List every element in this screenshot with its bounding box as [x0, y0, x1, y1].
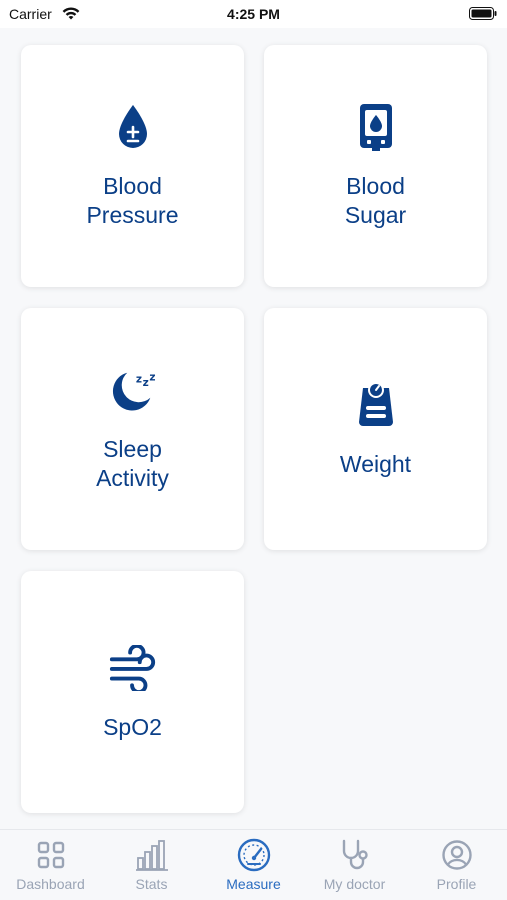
- svg-text:z: z: [149, 371, 155, 383]
- card-label: Blood Sugar: [344, 173, 407, 228]
- tab-label: Dashboard: [16, 876, 85, 892]
- bar-chart-icon: [135, 838, 169, 872]
- blood-sugar-card[interactable]: Blood Sugar: [264, 45, 487, 287]
- spo2-card[interactable]: SpO2: [21, 571, 244, 813]
- blood-drop-icon: [108, 102, 158, 152]
- clock: 4:25 PM: [227, 6, 280, 22]
- tab-dashboard[interactable]: Dashboard: [0, 838, 101, 898]
- tab-label: Measure: [226, 876, 281, 892]
- tab-label: My doctor: [323, 876, 386, 892]
- card-label: Weight: [339, 450, 412, 477]
- tab-my-doctor[interactable]: My doctor: [304, 838, 405, 898]
- card-label: Sleep Activity: [96, 436, 169, 491]
- svg-text:z: z: [142, 377, 148, 389]
- card-label: Blood Pressure: [86, 173, 179, 228]
- weight-scale-icon: [351, 380, 401, 430]
- glucose-meter-icon: [351, 102, 401, 152]
- sleep-activity-card[interactable]: z z z Sleep Activity: [21, 308, 244, 550]
- gauge-icon: [237, 838, 271, 872]
- blood-pressure-card[interactable]: Blood Pressure: [21, 45, 244, 287]
- tab-label: Profile: [436, 876, 477, 892]
- battery-icon: [469, 7, 497, 20]
- card-label: SpO2: [103, 713, 162, 740]
- tab-label: Stats: [135, 876, 168, 892]
- profile-icon: [440, 838, 474, 872]
- svg-text:z: z: [135, 373, 141, 385]
- weight-card[interactable]: Weight: [264, 308, 487, 550]
- grid-icon: [34, 838, 68, 872]
- stethoscope-icon: [338, 838, 372, 872]
- tab-stats[interactable]: Stats: [101, 838, 202, 898]
- measure-grid: Blood Pressure Blood Sugar z z z Sleep A…: [21, 45, 487, 815]
- status-bar: Carrier 4:25 PM: [0, 0, 507, 28]
- wind-icon: [108, 643, 158, 693]
- tab-bar: Dashboard Stats Measure My doctor Profil…: [0, 829, 507, 900]
- tab-profile[interactable]: Profile: [406, 838, 507, 898]
- tab-measure[interactable]: Measure: [203, 838, 304, 898]
- sleep-moon-icon: z z z: [108, 365, 158, 415]
